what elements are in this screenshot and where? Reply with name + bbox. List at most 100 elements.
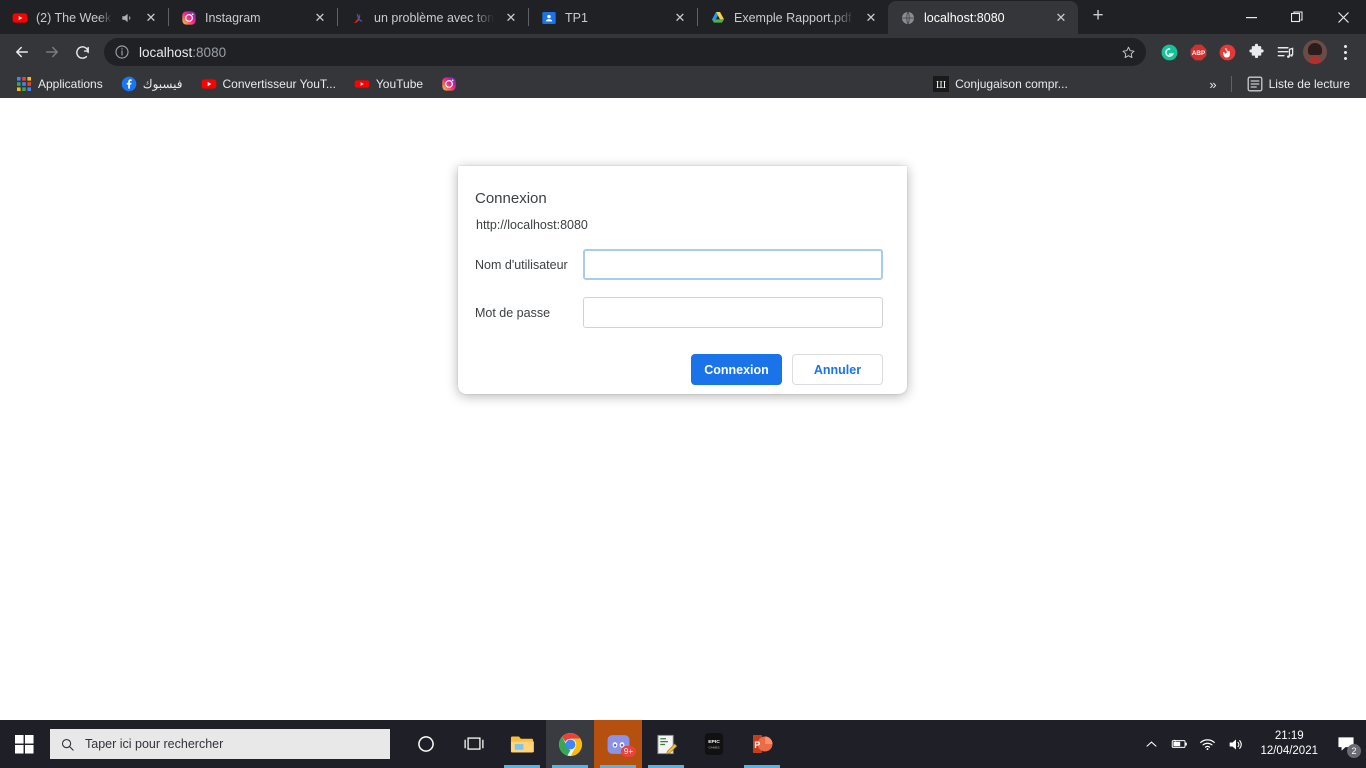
tab-audio-icon[interactable]	[120, 11, 134, 25]
volume-icon[interactable]	[1226, 735, 1244, 753]
chrome-browser-window: (2) The Weeknd - S ✕ Instagram ✕ un prob…	[0, 0, 1366, 720]
new-tab-button[interactable]: +	[1084, 3, 1112, 31]
tab-title: Instagram	[205, 10, 261, 25]
conjugaison-icon: Ш	[933, 76, 950, 92]
bookmarks-overflow-button[interactable]: »	[1202, 74, 1223, 95]
bookmark-youtube[interactable]: YouTube	[346, 73, 431, 95]
svg-text:ABP: ABP	[1191, 49, 1204, 56]
show-hidden-icons-icon[interactable]	[1142, 735, 1160, 753]
tab-close-button[interactable]: ✕	[862, 9, 880, 27]
editor-icon[interactable]	[642, 720, 690, 768]
notification-badge: 2	[1347, 744, 1361, 758]
browser-tab-1[interactable]: Instagram ✕	[169, 1, 337, 34]
password-label: Mot de passe	[475, 305, 551, 320]
youtube-icon	[354, 80, 370, 88]
bookmark-label: Convertisseur YouT...	[222, 77, 336, 91]
bookmark-facebook[interactable]: فيسبوك	[113, 73, 191, 95]
globe-icon	[902, 11, 914, 24]
reading-list-button[interactable]: Liste de lecture	[1239, 73, 1358, 95]
svg-text:Ш: Ш	[936, 80, 946, 91]
bookmark-applications[interactable]: Applications	[8, 73, 111, 95]
battery-icon[interactable]	[1170, 735, 1188, 753]
address-bar-text: localhost:8080	[139, 45, 1116, 60]
clock-date: 12/04/2021	[1260, 745, 1318, 757]
forward-button	[38, 38, 66, 66]
browser-toolbar: localhost:8080 ABP	[0, 34, 1366, 70]
discord-icon[interactable]: 9+	[594, 720, 642, 768]
svg-text:P: P	[754, 740, 760, 750]
clock-time: 21:19	[1274, 730, 1304, 742]
password-row: Mot de passe	[475, 297, 883, 328]
playlist-icon[interactable]	[1272, 39, 1298, 65]
browser-tab-2[interactable]: un problème avec tomC ✕	[338, 1, 528, 34]
tab-close-button[interactable]: ✕	[1052, 9, 1070, 27]
powerpoint-icon[interactable]: P	[738, 720, 786, 768]
windows-start-icon[interactable]	[0, 720, 48, 768]
window-controls	[1228, 0, 1366, 34]
notification-center-icon[interactable]: 2	[1334, 732, 1361, 758]
browser-tab-4[interactable]: Exemple Rapport.pdf - ✕	[698, 1, 888, 34]
tab-close-button[interactable]: ✕	[311, 9, 329, 27]
browser-tab-5-active[interactable]: localhost:8080 ✕	[888, 1, 1078, 34]
windows-taskbar: Taper ici pour rechercher 9+ EPIC GAMES …	[0, 720, 1366, 768]
taskbar-clock[interactable]: 21:19 12/04/2021	[1260, 729, 1318, 759]
instagram-icon	[182, 10, 196, 25]
screen: (2) The Weeknd - S ✕ Instagram ✕ un prob…	[0, 0, 1366, 768]
maximize-restore-button[interactable]	[1274, 0, 1320, 34]
dialog-origin: http://localhost:8080	[476, 218, 588, 232]
url-path: :8080	[192, 44, 227, 60]
discord-badge: 9+	[620, 746, 636, 757]
bookmark-label: Conjugaison compr...	[955, 77, 1068, 91]
profile-avatar[interactable]	[1303, 40, 1327, 64]
username-label: Nom d'utilisateur	[475, 257, 568, 272]
google-drive-icon	[712, 11, 724, 23]
address-bar[interactable]: localhost:8080	[104, 38, 1146, 66]
bookmark-star-icon[interactable]	[1116, 40, 1140, 64]
instagram-icon	[442, 77, 456, 91]
svg-text:EPIC: EPIC	[708, 739, 720, 745]
browser-tab-3[interactable]: TP1 ✕	[529, 1, 697, 34]
tab-title: localhost:8080	[924, 10, 1005, 25]
task-view-icon[interactable]	[450, 720, 498, 768]
taskbar-search-box[interactable]: Taper ici pour rechercher	[50, 729, 390, 759]
reload-button[interactable]	[68, 38, 96, 66]
apps-grid-icon	[17, 77, 31, 91]
site-info-icon[interactable]	[114, 44, 130, 60]
password-input[interactable]	[583, 297, 883, 328]
google-chrome-icon[interactable]	[546, 720, 594, 768]
username-row: Nom d'utilisateur	[475, 249, 883, 280]
grammarly-icon[interactable]	[1156, 39, 1182, 65]
url-host: localhost	[139, 44, 193, 60]
username-input[interactable]	[583, 249, 883, 280]
google-classroom-icon	[542, 11, 556, 24]
reading-list-label: Liste de lecture	[1268, 77, 1350, 91]
adblock-plus-icon[interactable]: ABP	[1185, 39, 1211, 65]
file-explorer-icon[interactable]	[498, 720, 546, 768]
bookmarks-bar-right: » Liste de lecture	[1202, 70, 1358, 98]
bookmark-convertisseur-youtube[interactable]: Convertisseur YouT...	[193, 73, 344, 95]
bookmark-label: Applications	[38, 77, 103, 91]
taskbar-search-placeholder: Taper ici pour rechercher	[85, 737, 224, 751]
youtube-icon	[201, 79, 216, 89]
tab-close-button[interactable]: ✕	[671, 9, 689, 27]
cortana-icon[interactable]	[402, 720, 450, 768]
close-window-button[interactable]	[1320, 0, 1366, 34]
bookmarks-divider	[1230, 76, 1232, 92]
browser-tab-0[interactable]: (2) The Weeknd - S ✕	[0, 1, 168, 34]
cancel-button[interactable]: Annuler	[792, 354, 883, 385]
minimize-button[interactable]	[1228, 0, 1274, 34]
bookmark-instagram[interactable]	[433, 73, 471, 95]
youtube-icon	[12, 12, 28, 23]
back-button[interactable]	[8, 38, 36, 66]
authentication-dialog: Connexion http://localhost:8080 Nom d'ut…	[458, 166, 907, 394]
epic-games-icon[interactable]: EPIC GAMES	[690, 720, 738, 768]
tab-title: (2) The Weeknd - S	[36, 10, 112, 25]
wifi-icon[interactable]	[1198, 735, 1216, 753]
three-dot-menu-icon[interactable]	[1332, 39, 1358, 65]
tab-close-button[interactable]: ✕	[142, 9, 160, 27]
stop-hand-icon[interactable]	[1214, 39, 1240, 65]
puzzle-extensions-icon[interactable]	[1243, 39, 1269, 65]
tab-close-button[interactable]: ✕	[502, 9, 520, 27]
submit-button[interactable]: Connexion	[691, 354, 782, 385]
bookmark-conjugaison[interactable]: Ш Conjugaison compr...	[925, 73, 1076, 95]
